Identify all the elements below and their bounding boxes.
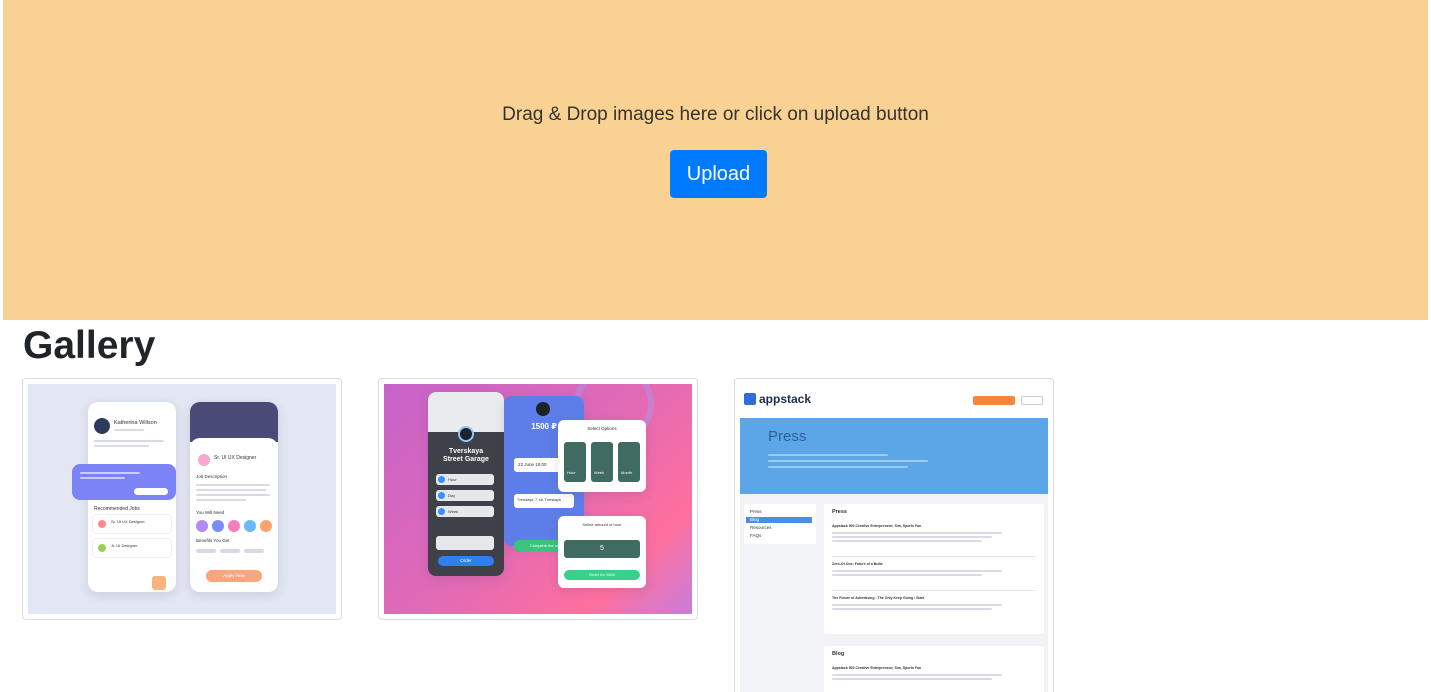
rec-job-2: Jr. UI Designer: [111, 543, 138, 548]
avatar: [94, 418, 110, 434]
press-panel: Press Appstack 500 Creative Entrepreneur…: [824, 504, 1044, 634]
mockup-phone-right: Sr. UI UX Designer Job Description You W…: [190, 402, 278, 592]
gallery-item-1[interactable]: Katherina Willson Recommended Jobs Sr. U…: [22, 378, 342, 620]
pay-button: Order for 3500: [564, 570, 640, 580]
side-menu: Press Blog Resources FAQs: [744, 504, 816, 544]
menu-item-resources: Resources: [750, 525, 772, 530]
menu-item-faqs: FAQs: [750, 533, 762, 538]
job-description-heading: Job Description: [196, 474, 228, 479]
gallery-image-3: appstack Press Press Blog Resources FAQs…: [740, 384, 1048, 692]
menu-item-blog: Blog: [750, 517, 760, 522]
profile-name: Katherina Willson: [114, 420, 157, 426]
garage-screen: Tverskaya Street Garage Hour Day Week Or…: [428, 392, 504, 576]
options-popup: Select Options Hour Week Month: [558, 420, 646, 492]
option-1: Hour: [567, 470, 576, 475]
option-3: Month: [621, 470, 633, 475]
blog-panel: Blog Appstack 500 Creative Entrepreneur;…: [824, 646, 1044, 692]
gallery-item-3[interactable]: appstack Press Press Blog Resources FAQs…: [734, 378, 1054, 692]
job-title: Sr. UI UX Designer: [214, 455, 257, 461]
apply-now-button: Apply Now: [206, 570, 262, 582]
menu-item-press: Press: [750, 509, 762, 514]
address: Tverskaya, 7, str. Tverskaya: [517, 498, 561, 502]
hero-title: Press: [768, 428, 807, 445]
booking-date: 23 June 19:00: [518, 462, 547, 467]
article-3: The Future of Advertising - The Only Kee…: [832, 596, 925, 600]
benefits-heading: Benefits You Get: [196, 538, 230, 543]
press-heading: Press: [832, 509, 847, 515]
amount-popup: Select amount of hour 5 Order for 3500: [558, 516, 646, 588]
promo-card: [72, 464, 176, 500]
brand-logo-icon: [744, 393, 756, 405]
drop-zone[interactable]: Drag & Drop images here or click on uplo…: [3, 0, 1428, 320]
gallery-title: Gallery: [23, 324, 156, 367]
upload-button[interactable]: Upload: [670, 150, 767, 198]
row-1: Hour: [448, 477, 457, 482]
rec-job-1: Sr. UI UX Designer: [111, 519, 145, 524]
options-title: Select Options: [587, 426, 617, 431]
drop-zone-hint: Drag & Drop images here or click on uplo…: [502, 104, 929, 125]
you-will-need-heading: You Will Need: [196, 510, 225, 515]
amount-title: Select amount of hour: [582, 522, 622, 527]
mockup-phone-left: Katherina Willson Recommended Jobs Sr. U…: [72, 402, 176, 592]
blog-heading: Blog: [832, 651, 845, 657]
gallery-image-2: Tverskaya Street Garage Hour Day Week Or…: [384, 384, 692, 614]
gallery-image-1: Katherina Willson Recommended Jobs Sr. U…: [28, 384, 336, 614]
amount-value: 5: [564, 540, 640, 558]
recommended-heading: Recommended Jobs: [94, 506, 140, 512]
option-2: Week: [594, 470, 605, 475]
gallery-item-2[interactable]: Tverskaya Street Garage Hour Day Week Or…: [378, 378, 698, 620]
order-button: Order: [438, 556, 494, 566]
garage-name-1: Tverskaya: [448, 448, 484, 455]
article-4: Appstack 500 Creative Entrepreneur; Sim,…: [832, 666, 922, 670]
row-2: Day: [448, 493, 456, 498]
hero-banner: Press: [740, 418, 1048, 494]
row-3: Week: [448, 509, 459, 514]
brand-name: appstack: [759, 392, 812, 406]
garage-name-2: Street Garage: [443, 456, 489, 463]
article-2: Zero-Of-One: Future of a Build: [832, 562, 883, 566]
article-1: Appstack 500 Creative Entrepreneur; Sim,…: [832, 524, 922, 528]
